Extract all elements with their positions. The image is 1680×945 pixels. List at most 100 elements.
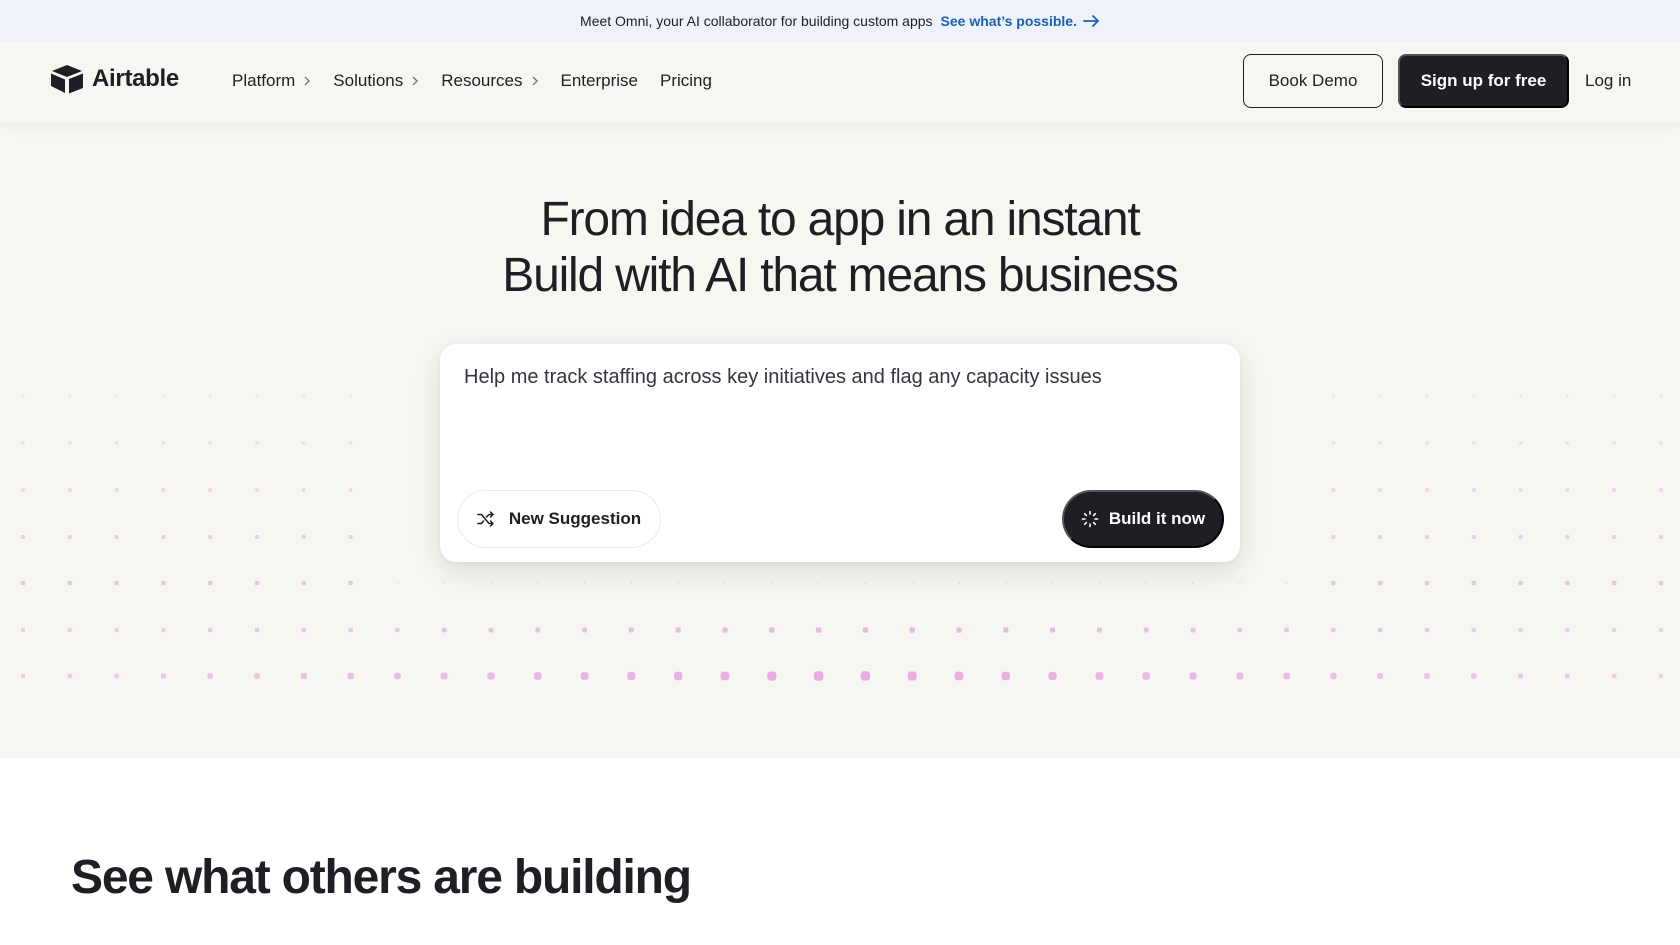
book-demo-button[interactable]: Book Demo (1243, 54, 1383, 108)
decor-dot (114, 488, 119, 492)
decor-dot (1378, 441, 1382, 445)
decor-dot (769, 627, 775, 633)
brand-logo[interactable]: Airtable (50, 64, 179, 94)
decor-dot (1518, 580, 1523, 586)
decor-dot (161, 488, 166, 492)
decor-dot (862, 627, 869, 633)
decor-dot (1145, 581, 1148, 585)
decor-dot (1051, 581, 1054, 585)
decor-dot (301, 580, 306, 586)
decor-dot (301, 488, 306, 492)
decor-dot (487, 672, 495, 680)
decor-dot (583, 581, 586, 585)
decor-dot (1518, 535, 1523, 539)
decor-dot (1378, 394, 1382, 398)
prompt-card: Help me track staffing across key initia… (440, 344, 1240, 562)
decor-dot (628, 627, 634, 633)
decor-dot (1048, 671, 1057, 680)
decor-dot (254, 673, 260, 679)
nav-item-label: Solutions (333, 71, 404, 90)
decor-dot (722, 627, 728, 633)
decor-dot (1612, 394, 1616, 398)
decor-dot (1095, 672, 1104, 680)
decor-dot (255, 394, 259, 398)
decor-dot (720, 671, 730, 681)
build-now-button[interactable]: Build it now (1062, 490, 1224, 548)
new-suggestion-button[interactable]: New Suggestion (457, 490, 661, 548)
decor-dot (347, 672, 354, 680)
decor-dot (1518, 441, 1523, 445)
decor-dot (1565, 627, 1570, 633)
decor-dot (302, 441, 306, 445)
nav-item-resources[interactable]: Resources (441, 71, 538, 91)
decor-dot (302, 394, 306, 398)
nav-item-label: Pricing (659, 71, 712, 90)
prompt-input[interactable]: Help me track staffing across key initia… (464, 366, 1214, 389)
decor-dot (20, 673, 26, 679)
decor-dot (161, 441, 166, 445)
decor-dot (1424, 627, 1430, 633)
decor-dot (443, 581, 446, 585)
decor-dot (1331, 394, 1335, 398)
decor-dot (674, 671, 683, 681)
decor-dot (1658, 580, 1664, 586)
decor-dot (115, 394, 119, 398)
decor-dot (208, 441, 212, 445)
decor-dot (860, 671, 870, 681)
decor-dot (1565, 441, 1570, 445)
nav-item-solutions[interactable]: Solutions (333, 71, 419, 91)
decor-dot (630, 581, 633, 585)
announcement-link[interactable]: See what’s possible. (941, 13, 1100, 29)
signup-button[interactable]: Sign up for free (1398, 54, 1569, 108)
decor-dot (396, 581, 399, 585)
decor-dot (114, 441, 119, 445)
decor-dot (535, 627, 541, 633)
nav-item-pricing[interactable]: Pricing (660, 71, 712, 91)
decor-dot (1189, 672, 1197, 680)
decor-dot (1518, 488, 1523, 492)
decor-dot (1519, 394, 1523, 398)
decor-dot (1237, 627, 1243, 633)
hero-headline-line1: From idea to app in an instant (540, 193, 1140, 246)
decor-dot (1378, 580, 1383, 586)
login-link[interactable]: Log in (1585, 71, 1631, 91)
decor-dot (161, 580, 166, 586)
decor-dot (114, 627, 119, 633)
decor-dot (1425, 488, 1429, 492)
decor-dot (1236, 672, 1244, 680)
decor-dot (67, 580, 72, 586)
nav-item-platform[interactable]: Platform (232, 71, 311, 91)
decor-dot (1471, 627, 1476, 633)
decor-dot (911, 581, 914, 585)
decor-dot (1471, 580, 1476, 586)
decor-dot (1001, 671, 1010, 681)
shuffle-icon (477, 511, 494, 527)
decor-dot (1518, 673, 1524, 679)
decor-dot (580, 672, 589, 680)
decor-dot (67, 535, 72, 539)
main-menu: Platform Solutions Resources Enterprise … (232, 71, 734, 91)
decor-dot (67, 673, 73, 679)
decor-dot (1425, 535, 1429, 539)
new-suggestion-label: New Suggestion (508, 509, 642, 528)
nav-item-label: Resources (441, 71, 523, 90)
nav-item-label: Enterprise (560, 71, 638, 90)
decor-dot (909, 627, 915, 633)
decor-dot (1565, 535, 1570, 539)
decor-dot (1425, 441, 1429, 445)
decor-dot (907, 671, 917, 681)
decor-dot (207, 673, 213, 679)
decor-dot (1471, 673, 1477, 679)
decor-dot (1143, 627, 1149, 633)
decor-dot (1612, 580, 1617, 586)
decor-dot (582, 627, 588, 633)
decor-dot (21, 394, 25, 398)
decor-dot (68, 488, 72, 492)
decor-dot (1518, 627, 1523, 633)
decor-dot (1612, 673, 1617, 679)
decor-dot (208, 627, 213, 633)
nav-item-enterprise[interactable]: Enterprise (561, 71, 638, 91)
decor-dot (21, 441, 25, 445)
decor-dot (1378, 535, 1383, 539)
decor-dot (1004, 581, 1007, 585)
